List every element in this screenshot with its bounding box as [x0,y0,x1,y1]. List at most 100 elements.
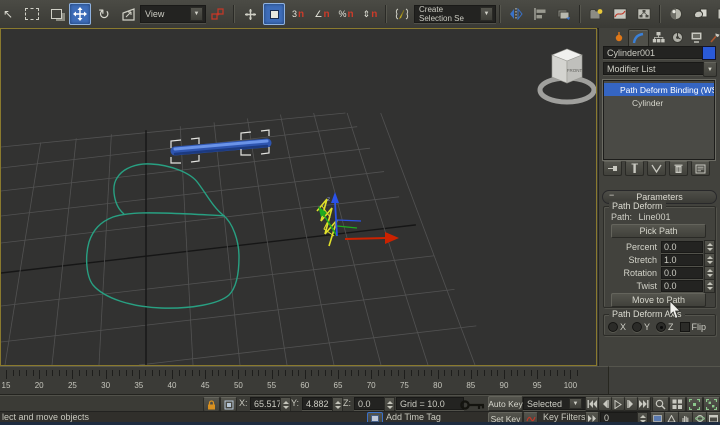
rendered-frame-icon [717,8,720,21]
move-to-path-button[interactable]: Move to Path [611,293,706,307]
layer-manager-button[interactable] [553,3,575,25]
axis-x-radio[interactable] [608,322,618,332]
tab-utilities[interactable] [706,29,720,45]
zoom-extents-button[interactable] [686,397,703,412]
stack-row-label: Path Deform Binding (WS [620,85,714,95]
remove-modifier-button[interactable] [669,161,688,176]
selection-filter-value: Selected [527,399,566,409]
timeline-tick [6,370,7,379]
selection-set-value: Create Selection Se [419,5,477,23]
pick-path-button[interactable]: Pick Path [611,224,706,238]
align-button[interactable] [529,3,551,25]
make-unique-button[interactable] [647,161,666,176]
mirror-button[interactable] [505,3,527,25]
material-editor-button[interactable] [665,3,687,25]
x-spinner[interactable] [280,397,291,412]
track-bar[interactable]: 1520253035404550556065707580859095100 [0,366,608,395]
rotation-spinner[interactable] [704,266,715,280]
zoom-all-button[interactable] [669,397,686,412]
percent-field[interactable]: 0.0 [661,241,703,253]
main-toolbar: ↖ ↻ View ▼ [0,0,720,29]
modifier-list-dropdown[interactable]: Modifier List [603,62,707,75]
timeline-tick [145,370,146,376]
rectangular-selection-region-button[interactable] [21,3,43,25]
gizmo-x-axis[interactable] [345,232,399,244]
object-color-swatch[interactable] [702,46,716,60]
stretch-field[interactable]: 1.0 [661,254,703,266]
set-keys-key-icon[interactable] [460,398,486,412]
timeline-frame-label: 65 [334,381,343,390]
configure-modifier-sets-button[interactable] [691,161,710,176]
angle-snap-button[interactable]: ∠n [311,3,333,25]
zoom-button[interactable] [652,397,669,412]
pin-stack-button[interactable] [603,161,622,176]
viewcube[interactable]: FRONT [540,49,594,102]
go-to-end-button[interactable] [637,397,651,411]
tab-motion[interactable] [668,29,687,45]
auto-key-button[interactable]: Auto Key [488,396,523,411]
previous-frame-button[interactable] [598,397,612,411]
timeline-frame-label: 85 [466,381,475,390]
configure-sets-icon [695,164,706,174]
material-editor-icon [669,7,683,21]
selection-filter-dropdown[interactable]: Selected ▼ [523,397,586,410]
perspective-viewport[interactable]: z FRONT [0,28,597,366]
select-object-button[interactable]: ↖ [0,3,19,25]
snaps-toggle-3d-button[interactable]: 3n [287,3,309,25]
select-and-rotate-button[interactable]: ↻ [93,3,115,25]
select-and-manipulate-button[interactable] [239,3,261,25]
next-frame-button[interactable] [624,397,638,411]
spinner-snap-button[interactable]: ⇕n [359,3,381,25]
play-button[interactable] [611,397,625,411]
go-to-start-button[interactable] [585,397,599,411]
line001-spline[interactable] [87,164,239,308]
selection-lock-button[interactable] [203,397,220,412]
timeline-tick [26,370,27,376]
percent-snap-button[interactable]: %n [335,3,357,25]
stack-row-path-deform[interactable]: Path Deform Binding (WS [604,83,714,96]
zoom-extents-all-button[interactable] [703,397,720,412]
tab-display[interactable] [687,29,706,45]
rendered-frame-window-button[interactable] [713,3,720,25]
edit-named-selection-sets-button[interactable] [391,3,413,25]
object-name-field[interactable]: Cylinder001 [603,46,703,59]
use-pivot-point-center-button[interactable] [207,3,229,25]
twist-field[interactable]: 0.0 [661,280,703,292]
absolute-mode-button[interactable] [220,397,237,412]
z-coordinate-value: 0.0 [358,399,371,409]
timeline-tick [550,370,551,376]
timeline-tick [119,370,120,376]
create-selection-set-dropdown[interactable]: Create Selection Se ▼ [414,5,496,23]
gizmo-plane-blue[interactable] [337,220,361,221]
spinner-label: Rotation [605,268,661,278]
schematic-view-button[interactable] [633,3,655,25]
timeline-tick [557,370,558,376]
render-setup-button[interactable] [689,3,711,25]
axis-y-radio[interactable] [632,322,642,332]
keyboard-shortcut-override-button[interactable] [263,3,285,25]
move-gizmo[interactable]: z [318,192,399,244]
tab-create[interactable] [609,29,628,45]
twist-spinner[interactable] [704,279,715,293]
tab-modify[interactable] [628,29,649,47]
percent-spinner[interactable] [704,240,715,254]
open-container-button[interactable] [585,3,607,25]
stretch-spinner[interactable] [704,253,715,267]
gizmo-plane-green[interactable] [337,226,357,228]
z-spinner[interactable] [384,397,395,412]
select-and-move-button[interactable] [69,3,91,25]
flip-checkbox[interactable] [680,322,690,332]
show-end-result-button[interactable] [625,161,644,176]
rotation-field[interactable]: 0.0 [661,267,703,279]
tab-hierarchy[interactable] [649,29,668,45]
y-spinner[interactable] [332,397,343,412]
curve-editor-button[interactable] [609,3,631,25]
window-crossing-button[interactable] [45,3,67,25]
select-and-scale-button[interactable] [117,3,139,25]
timeline-frame-label: 95 [533,381,542,390]
pin-stack-icon [607,164,618,173]
axis-z-radio[interactable] [656,322,666,332]
reference-coordinate-dropdown[interactable]: View ▼ [140,5,206,23]
stack-row-cylinder[interactable]: Cylinder [604,96,714,109]
modifier-list-arrow[interactable]: ▼ [703,62,717,77]
